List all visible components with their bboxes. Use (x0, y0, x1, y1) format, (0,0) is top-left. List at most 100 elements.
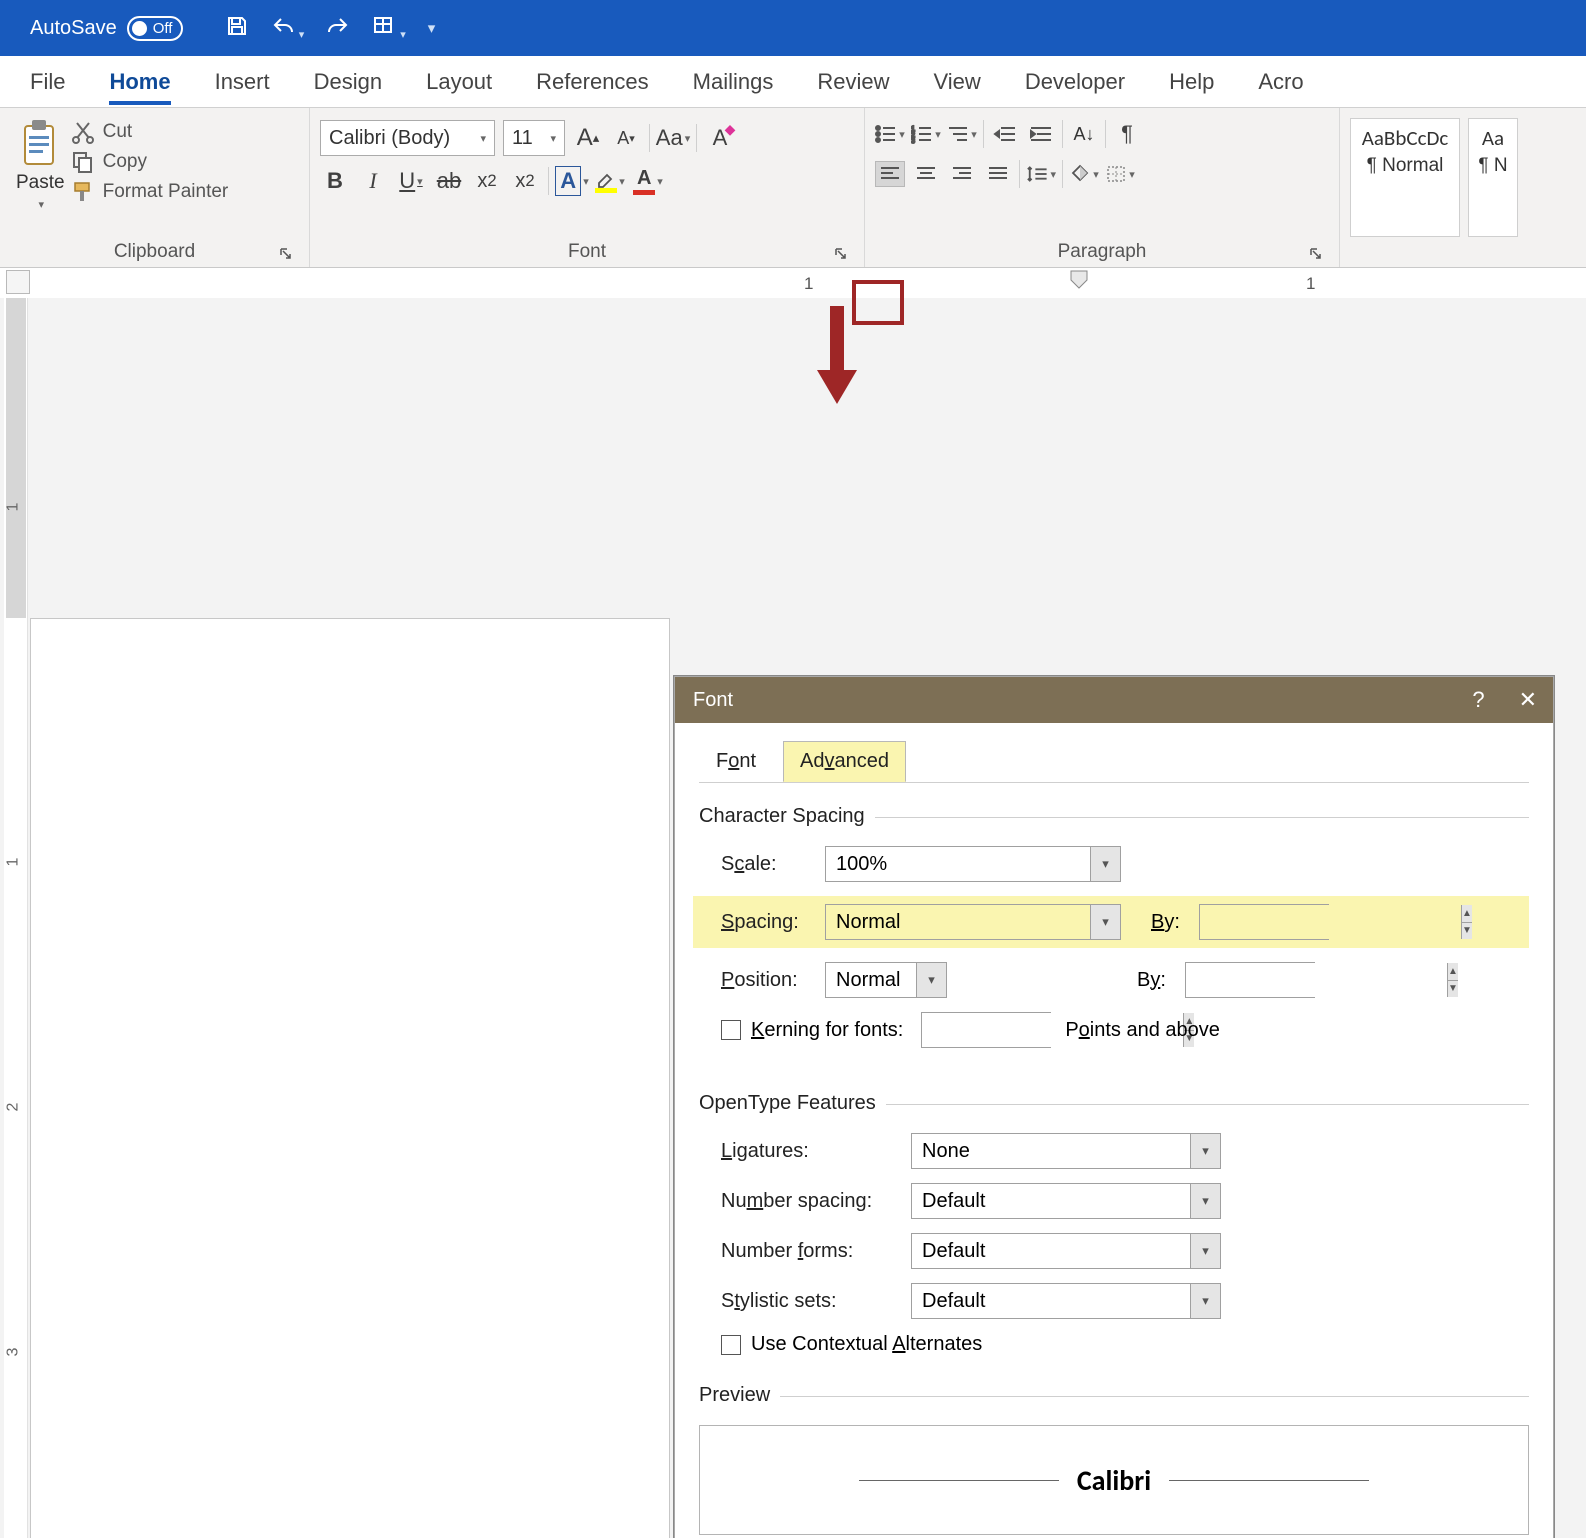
strikethrough-button[interactable]: ab (434, 166, 464, 196)
ligatures-combo[interactable]: None▾ (911, 1133, 1221, 1169)
help-icon[interactable]: ? (1472, 687, 1484, 713)
copy-button[interactable]: Copy (71, 150, 229, 174)
justify-button[interactable] (983, 161, 1013, 187)
decrease-indent-button[interactable] (990, 121, 1020, 147)
spacing-by-input[interactable] (1200, 905, 1461, 939)
cut-button[interactable]: Cut (71, 120, 229, 144)
tab-insert[interactable]: Insert (215, 69, 270, 95)
close-icon[interactable]: ✕ (1519, 687, 1537, 713)
chevron-down-icon[interactable]: ▾ (1090, 847, 1120, 881)
stylistic-value: Default (922, 1290, 985, 1313)
increase-indent-button[interactable] (1026, 121, 1056, 147)
spacing-by-spinner[interactable]: ▲▼ (1199, 904, 1329, 940)
tab-home[interactable]: Home (109, 69, 170, 95)
style-item[interactable]: Aa ¶ N (1468, 118, 1518, 237)
change-case-button[interactable]: Aa▾ (658, 123, 688, 153)
chevron-down-icon[interactable]: ▾ (916, 963, 946, 997)
paste-button[interactable]: Paste ▾ (10, 114, 71, 227)
numforms-combo[interactable]: Default▾ (911, 1233, 1221, 1269)
chevron-down-icon[interactable]: ▾ (1090, 905, 1120, 939)
clear-formatting-icon[interactable]: A◆ (705, 123, 735, 153)
multilevel-list-button[interactable]: ▾ (947, 121, 977, 147)
dialog-titlebar[interactable]: Font ? ✕ (675, 677, 1553, 723)
tab-design[interactable]: Design (314, 69, 382, 95)
shading-button[interactable]: ▾ (1069, 161, 1099, 187)
shrink-font-icon[interactable]: A▾ (611, 123, 641, 153)
toggle-track[interactable]: Off (127, 16, 183, 41)
spin-down-icon[interactable]: ▼ (1448, 981, 1458, 998)
chevron-down-icon[interactable]: ▾ (1190, 1234, 1220, 1268)
document-page[interactable] (30, 618, 670, 1538)
bold-button[interactable]: B (320, 166, 350, 196)
dialog-tab-font[interactable]: Font (699, 741, 773, 782)
grow-font-icon[interactable]: A▴ (573, 123, 603, 153)
underline-button[interactable]: U▾ (396, 166, 426, 196)
spacing-combo[interactable]: Normal▾ (825, 904, 1121, 940)
tab-help[interactable]: Help (1169, 69, 1214, 95)
chevron-down-icon[interactable]: ▾ (1190, 1134, 1220, 1168)
clipboard-launcher-icon[interactable] (277, 245, 295, 263)
position-combo[interactable]: Normal▾ (825, 962, 947, 998)
position-by-input[interactable] (1186, 963, 1447, 997)
tab-developer[interactable]: Developer (1025, 69, 1125, 95)
group-clipboard: Paste ▾ Cut Copy Format Painter Clipboar… (0, 108, 310, 267)
tab-file[interactable]: File (30, 69, 65, 95)
spin-down-icon[interactable]: ▼ (1462, 923, 1472, 940)
font-name-combo[interactable]: Calibri (Body)▾ (320, 120, 495, 156)
superscript-button[interactable]: x2 (510, 166, 540, 196)
text-effects-button[interactable]: A▾ (557, 166, 587, 196)
position-by-spinner[interactable]: ▲▼ (1185, 962, 1315, 998)
by-label: By: (1137, 969, 1175, 992)
tab-layout[interactable]: Layout (426, 69, 492, 95)
chevron-down-icon[interactable]: ▾ (1190, 1184, 1220, 1218)
align-right-button[interactable] (947, 161, 977, 187)
vruler-mark: 1 (4, 503, 22, 512)
borders-button[interactable]: ▾ (1105, 161, 1135, 187)
show-marks-button[interactable]: ¶ (1112, 121, 1142, 147)
qat-item-icon[interactable]: ▾ (372, 14, 406, 43)
kerning-checkbox[interactable] (721, 1020, 741, 1040)
ruler-track[interactable]: 1 1 (30, 268, 1586, 298)
group-paragraph: ▾ 123▾ ▾ A↓ ¶ ▾ ▾ ▾ (865, 108, 1340, 267)
numbering-button[interactable]: 123▾ (911, 121, 941, 147)
redo-icon[interactable] (326, 14, 350, 43)
font-size-value: 11 (512, 127, 533, 150)
contextual-alternates-checkbox[interactable] (721, 1335, 741, 1355)
italic-button[interactable]: I (358, 166, 388, 196)
autosave-toggle[interactable]: AutoSave Off (30, 16, 183, 41)
numspacing-combo[interactable]: Default▾ (911, 1183, 1221, 1219)
undo-icon[interactable]: ▾ (271, 14, 305, 43)
highlight-button[interactable]: ▾ (595, 166, 625, 196)
stylistic-combo[interactable]: Default ▾ (911, 1283, 1221, 1319)
sort-button[interactable]: A↓ (1069, 121, 1099, 147)
font-size-combo[interactable]: 11▾ (503, 120, 565, 156)
tab-mailings[interactable]: Mailings (693, 69, 774, 95)
subscript-button[interactable]: x2 (472, 166, 502, 196)
spin-up-icon[interactable]: ▲ (1462, 905, 1472, 923)
indent-marker-icon[interactable] (1070, 270, 1088, 294)
vertical-ruler[interactable]: 1 1 2 3 (4, 298, 28, 1538)
chevron-down-icon[interactable]: ▾ (37, 198, 45, 211)
tab-view[interactable]: View (934, 69, 981, 95)
ruler-corner[interactable] (6, 270, 30, 294)
format-painter-button[interactable]: Format Painter (71, 180, 229, 204)
dialog-tab-advanced[interactable]: Advanced (783, 741, 906, 782)
style-sample: Aa (1473, 125, 1513, 155)
spin-up-icon[interactable]: ▲ (1448, 963, 1458, 981)
line-spacing-button[interactable]: ▾ (1026, 161, 1056, 187)
chevron-down-icon[interactable]: ▾ (1190, 1284, 1220, 1318)
font-color-button[interactable]: A▾ (633, 166, 663, 196)
tab-references[interactable]: References (536, 69, 649, 95)
paragraph-launcher-icon[interactable] (1307, 245, 1325, 263)
scale-combo[interactable]: 100%▾ (825, 846, 1121, 882)
save-icon[interactable] (225, 14, 249, 43)
qat-customize-icon[interactable]: ▾ (428, 19, 436, 37)
align-left-button[interactable] (875, 161, 905, 187)
style-normal[interactable]: AaBbCcDc ¶ Normal (1350, 118, 1460, 237)
tab-acrobat[interactable]: Acro (1258, 69, 1303, 95)
font-launcher-icon[interactable] (832, 245, 850, 263)
bullets-button[interactable]: ▾ (875, 121, 905, 147)
align-center-button[interactable] (911, 161, 941, 187)
tab-review[interactable]: Review (817, 69, 889, 95)
kerning-spinner[interactable]: ▲▼ (921, 1012, 1051, 1048)
